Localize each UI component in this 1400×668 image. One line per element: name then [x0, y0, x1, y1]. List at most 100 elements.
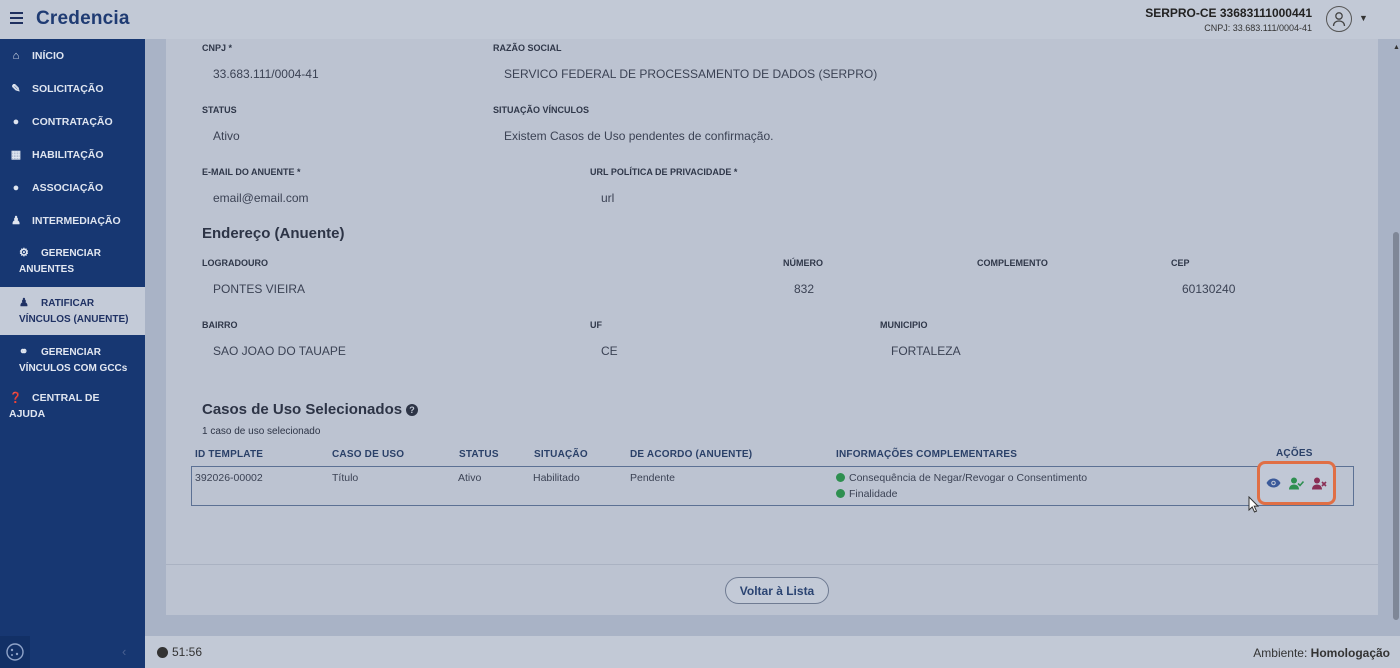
razao-social-label: RAZÃO SOCIAL: [493, 43, 562, 53]
view-eye-icon[interactable]: [1266, 476, 1281, 491]
email-label: E-MAIL DO ANUENTE *: [202, 167, 301, 177]
sidebar-item-ratificar-vinculos[interactable]: ♟ RATIFICAR VÍNCULOS (ANUENTE): [0, 287, 145, 335]
sidebar-item-gerenciar-vinculos-gccs[interactable]: ⚭ GERENCIAR VÍNCULOS COM GCCs: [0, 336, 145, 385]
row-info-text: Finalidade: [849, 488, 898, 500]
scroll-up-icon[interactable]: ▲: [1393, 44, 1400, 51]
home-icon: ⌂: [12, 49, 20, 62]
email-value: email@email.com: [213, 191, 309, 205]
user-avatar-icon[interactable]: [1326, 6, 1352, 32]
cnpj-value: 33.683.111/0004-41: [213, 67, 319, 81]
brand-logo[interactable]: Credencia: [36, 8, 130, 30]
session-timer: 51:56: [157, 645, 202, 659]
sidebar-item-label: CENTRAL DE: [32, 392, 100, 404]
cep-label: CEP: [1171, 258, 1190, 268]
row-info-item: Finalidade: [836, 488, 897, 500]
sidebar-item-label: ANUENTES: [19, 264, 75, 275]
cookie-icon: [6, 643, 24, 661]
bottom-bar: ‹ 51:56 Ambiente: Homologação: [0, 636, 1400, 668]
sidebar-item-intermediacao[interactable]: ♟ INTERMEDIAÇÃO: [0, 204, 145, 237]
sidebar-collapse-bar[interactable]: [30, 636, 145, 668]
check-circle-icon: [836, 473, 845, 482]
sidebar-item-label: INTERMEDIAÇÃO: [32, 214, 121, 227]
row-situacao: Habilitado: [533, 472, 580, 484]
sidebar-item-label: RATIFICAR: [41, 298, 95, 309]
column-header-de-acordo: DE ACORDO (ANUENTE): [630, 449, 753, 460]
sidebar-item-solicitacao[interactable]: ✎ SOLICITAÇÃO: [0, 72, 145, 105]
row-status: Ativo: [458, 472, 482, 484]
environment-value: Homologação: [1310, 646, 1390, 660]
organization-cnpj: CNPJ: 33.683.111/0004-41: [1204, 23, 1312, 33]
status-value: Ativo: [213, 129, 240, 143]
numero-label: NÚMERO: [783, 258, 823, 268]
sidebar: ⌂ INÍCIO ✎ SOLICITAÇÃO ● CONTRATAÇÃO ▦ H…: [0, 39, 145, 636]
mouse-cursor-icon: [1248, 496, 1260, 513]
session-timer-value: 51:56: [172, 645, 203, 659]
sidebar-item-inicio[interactable]: ⌂ INÍCIO: [0, 39, 145, 72]
settings-icon: ⚙: [19, 247, 29, 259]
cnpj-label: CNPJ *: [202, 43, 233, 53]
sidebar-item-label: VÍNCULOS (ANUENTE): [19, 314, 129, 325]
column-header-caso-de-uso: CASO DE USO: [332, 449, 405, 460]
environment-indicator: Ambiente: Homologação: [1253, 646, 1390, 660]
logradouro-value: PONTES VIEIRA: [213, 282, 306, 296]
back-to-list-button[interactable]: Voltar à Lista: [725, 577, 829, 604]
numero-value: 832: [794, 282, 815, 296]
id-card-icon: ▦: [10, 149, 22, 161]
sidebar-item-label: CONTRATAÇÃO: [32, 115, 113, 128]
user-cog-icon: ♟: [11, 215, 21, 227]
sidebar-item-associacao[interactable]: ● ASSOCIAÇÃO: [0, 171, 145, 204]
chevron-down-icon[interactable]: ▼: [1359, 13, 1368, 23]
url-privacidade-value: url: [601, 191, 615, 205]
organization-name: SERPRO-CE 33683111000441: [1145, 6, 1312, 20]
column-header-situacao: SITUAÇÃO: [534, 449, 588, 460]
razao-social-value: SERVICO FEDERAL DE PROCESSAMENTO DE DADO…: [504, 67, 878, 81]
menu-icon[interactable]: [10, 12, 23, 24]
row-id-template: 392026-00002: [195, 472, 263, 484]
edit-document-icon: ✎: [11, 83, 21, 95]
cep-value: 60130240: [1182, 282, 1236, 296]
sidebar-item-label: GERENCIAR: [41, 248, 102, 259]
approve-user-icon[interactable]: [1289, 476, 1304, 491]
row-info-text: Consequência de Negar/Revogar o Consenti…: [849, 472, 1088, 484]
uf-label: UF: [590, 320, 602, 330]
sidebar-item-label: INÍCIO: [32, 49, 65, 62]
link-icon: ⚭: [19, 346, 29, 358]
usecases-section-title: Casos de Uso Selecionados: [202, 401, 403, 418]
column-header-acoes: AÇÕES: [1276, 448, 1313, 459]
sidebar-item-label: AJUDA: [9, 408, 46, 420]
row-de-acordo: Pendente: [630, 472, 675, 484]
municipio-value: FORTALEZA: [891, 344, 961, 358]
user-check-icon: ♟: [19, 297, 29, 309]
scrollbar-thumb[interactable]: [1393, 232, 1399, 620]
row-caso-de-uso: Título: [332, 472, 359, 484]
column-header-id-template: ID TEMPLATE: [195, 449, 264, 460]
complemento-label: COMPLEMENTO: [977, 258, 1048, 268]
sidebar-item-gerenciar-anuentes[interactable]: ⚙ GERENCIAR ANUENTES: [0, 237, 145, 286]
users-icon: ●: [12, 181, 20, 194]
details-panel: [166, 39, 1378, 615]
row-info-item: Consequência de Negar/Revogar o Consenti…: [836, 472, 1087, 484]
chevron-left-icon[interactable]: ‹: [122, 644, 126, 659]
divider: [166, 564, 1378, 565]
sidebar-item-central-ajuda[interactable]: ❓ CENTRAL DE AJUDA: [0, 390, 145, 422]
clock-icon: [157, 646, 168, 658]
check-circle-icon: [836, 489, 845, 498]
uf-value: CE: [601, 344, 618, 358]
table-row: [191, 466, 1354, 506]
municipio-label: MUNICIPIO: [880, 320, 928, 330]
bairro-value: SAO JOAO DO TAUAPE: [213, 344, 346, 358]
address-section-title: Endereço (Anuente): [202, 225, 345, 242]
sidebar-item-contratacao[interactable]: ● CONTRATAÇÃO: [0, 105, 145, 138]
url-privacidade-label: URL POLÍTICA DE PRIVACIDADE *: [590, 167, 738, 177]
question-circle-icon[interactable]: ?: [406, 404, 418, 416]
status-label: STATUS: [202, 105, 237, 115]
situacao-vinculos-value: Existem Casos de Uso pendentes de confir…: [504, 129, 774, 143]
cookie-settings-button[interactable]: [0, 636, 30, 668]
sidebar-item-habilitacao[interactable]: ▦ HABILITAÇÃO: [0, 138, 145, 171]
row-actions: [1257, 461, 1336, 505]
situacao-vinculos-label: SITUAÇÃO VÍNCULOS: [493, 105, 590, 115]
sidebar-item-label: HABILITAÇÃO: [32, 148, 104, 161]
environment-label: Ambiente:: [1253, 646, 1308, 660]
reject-user-icon[interactable]: [1312, 476, 1327, 491]
column-header-status: STATUS: [459, 449, 499, 460]
